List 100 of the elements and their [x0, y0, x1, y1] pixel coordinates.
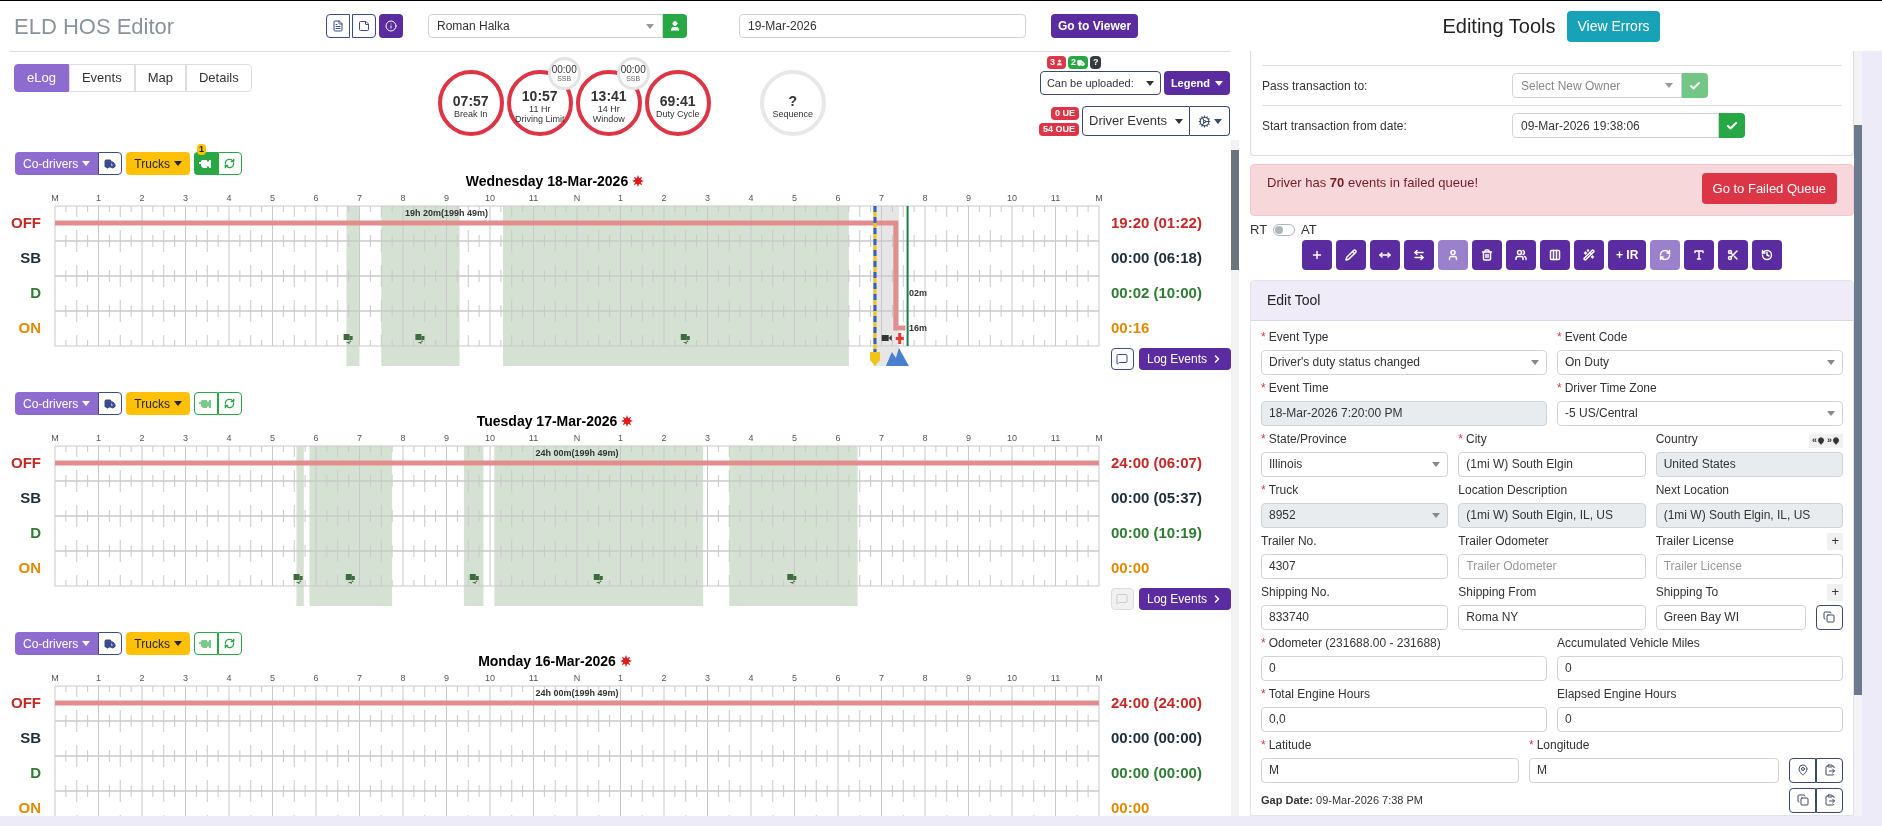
- document-button[interactable]: [326, 14, 350, 38]
- hour-label: 6: [313, 433, 319, 443]
- co-drivers-button[interactable]: Co-drivers: [15, 392, 99, 415]
- confirm-button[interactable]: [1719, 113, 1745, 138]
- refresh-button[interactable]: [217, 152, 242, 175]
- tab[interactable]: Details: [185, 64, 252, 92]
- copy-button[interactable]: [1816, 604, 1843, 630]
- input-field[interactable]: Roma NY: [1458, 604, 1646, 630]
- hour-label: 11: [1050, 673, 1061, 683]
- paste-button[interactable]: [1816, 787, 1843, 813]
- tool-button[interactable]: [1336, 239, 1366, 270]
- engine-button[interactable]: [193, 392, 218, 415]
- trucks-button[interactable]: Trucks: [126, 152, 190, 175]
- paste-button[interactable]: [1816, 757, 1843, 783]
- comment-button[interactable]: [1111, 348, 1134, 370]
- field-label: Elapsed Engine Hours: [1557, 685, 1677, 703]
- location-nav-button[interactable]: »: [1826, 434, 1840, 448]
- tab[interactable]: Events: [68, 64, 135, 92]
- select-field[interactable]: -5 US/Central: [1557, 400, 1843, 426]
- tool-button[interactable]: [1404, 239, 1434, 270]
- input-field[interactable]: 0: [1557, 655, 1843, 681]
- owner-select[interactable]: Select New Owner: [1512, 73, 1682, 98]
- refresh-button[interactable]: [217, 392, 242, 415]
- field-label: Country: [1655, 430, 1698, 448]
- log-events-button[interactable]: Log Events: [1138, 348, 1231, 370]
- truck-icon: [415, 334, 425, 344]
- input-field[interactable]: 18-Mar-2026 7:20:00 PM: [1261, 400, 1547, 426]
- hour-label: 7: [357, 433, 362, 443]
- paste-icon: [1823, 794, 1836, 806]
- tab[interactable]: Map: [134, 64, 186, 92]
- events-select[interactable]: Driver Events: [1082, 106, 1190, 136]
- tool-button[interactable]: [1684, 239, 1715, 270]
- select-field[interactable]: Driver's duty status changed: [1261, 349, 1547, 375]
- add-button[interactable]: +: [1827, 583, 1843, 601]
- input-field[interactable]: Trailer Odometer: [1458, 553, 1646, 579]
- tool-button[interactable]: [1718, 239, 1749, 270]
- trucks-button[interactable]: Trucks: [126, 632, 190, 655]
- status-total: 00:00 (10:19): [1111, 524, 1202, 541]
- co-drivers-button[interactable]: Co-drivers: [15, 632, 99, 655]
- upload-select[interactable]: Can be uploaded:: [1039, 71, 1161, 95]
- log-events-button[interactable]: Log Events: [1138, 588, 1231, 610]
- select-field[interactable]: Illinois: [1261, 451, 1449, 477]
- tool-button[interactable]: [1574, 239, 1604, 270]
- truck-button[interactable]: [98, 152, 123, 175]
- input-field[interactable]: 0: [1557, 706, 1843, 732]
- truck-button[interactable]: [98, 632, 123, 655]
- comment-icon: [1116, 593, 1129, 605]
- tool-button[interactable]: + IR: [1608, 239, 1647, 270]
- select-field[interactable]: On Duty: [1557, 349, 1843, 375]
- hour-label: 5: [270, 193, 275, 203]
- refresh-button[interactable]: [217, 632, 242, 655]
- input-field[interactable]: (1mi W) South Elgin: [1458, 451, 1646, 477]
- note-icon: [358, 20, 370, 32]
- tool-button[interactable]: [1302, 239, 1332, 270]
- copy-button[interactable]: [1789, 787, 1816, 813]
- tab[interactable]: eLog: [14, 64, 69, 92]
- trucks-button[interactable]: Trucks: [126, 392, 190, 415]
- select-field[interactable]: 8952: [1261, 502, 1449, 528]
- locate-button[interactable]: [1789, 757, 1816, 783]
- driver-button[interactable]: [663, 14, 687, 38]
- hour-label: 1: [96, 673, 101, 683]
- tool-button[interactable]: [1540, 239, 1570, 270]
- tool-button[interactable]: [1472, 239, 1502, 270]
- input-field[interactable]: 0: [1261, 655, 1547, 681]
- swap-arrows-icon: [1413, 248, 1425, 261]
- input-field[interactable]: (1mi W) South Elgin, IL, US: [1458, 502, 1646, 528]
- tool-button[interactable]: [1752, 239, 1783, 270]
- date-field[interactable]: 19-Mar-2026: [739, 14, 1026, 38]
- start-date-field[interactable]: 09-Mar-2026 19:38:06: [1512, 113, 1719, 138]
- input-field[interactable]: 4307: [1261, 553, 1449, 579]
- hour-label: 10: [1007, 433, 1017, 443]
- failed-queue-button[interactable]: Go to Failed Queue: [1701, 173, 1837, 204]
- input-field[interactable]: Green Bay WI: [1655, 604, 1806, 630]
- note-button[interactable]: [352, 14, 376, 38]
- input-field[interactable]: 833740: [1261, 604, 1449, 630]
- settings-button[interactable]: [1190, 106, 1230, 136]
- tool-button[interactable]: [1370, 239, 1400, 270]
- caret-icon: [1827, 359, 1835, 365]
- toggle-switch[interactable]: [1273, 223, 1296, 236]
- required-mark: *: [1261, 634, 1266, 652]
- engine-button[interactable]: [193, 152, 218, 175]
- co-drivers-button[interactable]: Co-drivers: [15, 152, 99, 175]
- location-nav-button[interactable]: «: [1811, 434, 1825, 448]
- go-to-viewer-button[interactable]: Go to Viewer: [1051, 14, 1139, 38]
- info-button[interactable]: [379, 14, 403, 38]
- engine-button[interactable]: [193, 632, 218, 655]
- input-field[interactable]: M: [1261, 757, 1519, 783]
- input-field[interactable]: United States: [1655, 451, 1843, 477]
- input-field[interactable]: Trailer License: [1655, 553, 1843, 579]
- legend-button[interactable]: Legend: [1163, 71, 1230, 95]
- tool-button[interactable]: [1506, 239, 1536, 270]
- input-field[interactable]: (1mi W) South Elgin, IL, US: [1655, 502, 1843, 528]
- input-field[interactable]: 0,0: [1261, 706, 1547, 732]
- truck-button[interactable]: [98, 392, 123, 415]
- hour-label: 9: [966, 193, 971, 203]
- sub-timer-value: 00:00: [551, 64, 577, 75]
- input-field[interactable]: M: [1529, 757, 1779, 783]
- user-icon: [669, 20, 681, 32]
- driver-select[interactable]: Roman Halka: [428, 14, 663, 38]
- add-button[interactable]: +: [1827, 532, 1843, 550]
